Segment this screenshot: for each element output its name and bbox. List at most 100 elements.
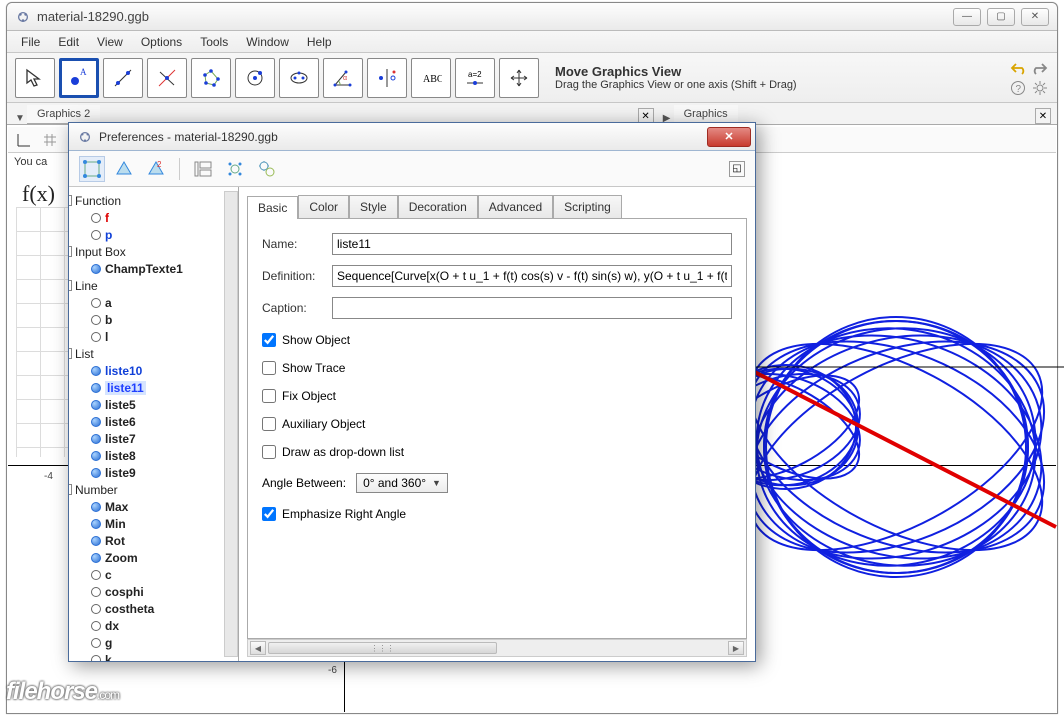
horizontal-scrollbar[interactable]: ◀ ⋮⋮⋮ ▶: [247, 639, 747, 657]
tree-item[interactable]: Min: [105, 517, 126, 531]
redo-icon[interactable]: [1031, 59, 1049, 77]
tree-item[interactable]: l: [105, 330, 108, 344]
auxiliary-checkbox[interactable]: [262, 417, 276, 431]
tree-item[interactable]: a: [105, 296, 112, 310]
tree-item[interactable]: Rot: [105, 534, 125, 548]
scroll-right-button[interactable]: ▶: [728, 641, 744, 655]
prefs-graphics-icon[interactable]: [111, 156, 137, 182]
scroll-thumb[interactable]: ⋮⋮⋮: [268, 642, 497, 654]
caption-input[interactable]: [332, 297, 732, 319]
visibility-bullet[interactable]: [91, 434, 101, 444]
tool-angle[interactable]: α: [323, 58, 363, 98]
tree-toggle[interactable]: −: [69, 195, 72, 206]
visibility-bullet[interactable]: [91, 332, 101, 342]
visibility-bullet[interactable]: [91, 230, 101, 240]
tree-group-function[interactable]: Function: [75, 194, 121, 208]
visibility-bullet[interactable]: [91, 468, 101, 478]
prefs-layout-icon[interactable]: [190, 156, 216, 182]
prefs-objects-icon[interactable]: [79, 156, 105, 182]
show-trace-checkbox[interactable]: [262, 361, 276, 375]
tool-move[interactable]: [15, 58, 55, 98]
visibility-bullet[interactable]: [91, 298, 101, 308]
tool-ellipse[interactable]: [279, 58, 319, 98]
tree-item[interactable]: costheta: [105, 602, 154, 616]
settings-icon[interactable]: [1031, 79, 1049, 97]
scroll-left-button[interactable]: ◀: [250, 641, 266, 655]
tree-item[interactable]: dx: [105, 619, 119, 633]
visibility-bullet[interactable]: [91, 502, 101, 512]
help-icon[interactable]: ?: [1009, 79, 1027, 97]
prefs-defaults-icon[interactable]: [222, 156, 248, 182]
menu-window[interactable]: Window: [238, 33, 297, 51]
minimize-button[interactable]: —: [953, 8, 981, 26]
tab-decoration[interactable]: Decoration: [398, 195, 478, 218]
tool-line[interactable]: [103, 58, 143, 98]
maximize-button[interactable]: ▢: [987, 8, 1015, 26]
angle-between-dropdown[interactable]: 0° and 360° ▼: [356, 473, 448, 493]
tool-slider[interactable]: a=2: [455, 58, 495, 98]
tree-group-inputbox[interactable]: Input Box: [75, 245, 126, 259]
visibility-bullet[interactable]: [91, 213, 101, 223]
tool-reflect[interactable]: [367, 58, 407, 98]
menu-help[interactable]: Help: [299, 33, 340, 51]
visibility-bullet[interactable]: [91, 553, 101, 563]
draw-dropdown-checkbox[interactable]: [262, 445, 276, 459]
fix-object-checkbox[interactable]: [262, 389, 276, 403]
visibility-bullet[interactable]: [91, 315, 101, 325]
tree-item[interactable]: liste10: [105, 364, 142, 378]
dialog-close-button[interactable]: ✕: [707, 127, 751, 147]
undo-icon[interactable]: [1009, 59, 1027, 77]
tool-polygon[interactable]: [191, 58, 231, 98]
visibility-bullet[interactable]: [91, 621, 101, 631]
tree-item[interactable]: liste9: [105, 466, 136, 480]
tab-color[interactable]: Color: [298, 195, 349, 218]
tree-item[interactable]: liste5: [105, 398, 136, 412]
show-object-checkbox[interactable]: [262, 333, 276, 347]
definition-input[interactable]: [332, 265, 732, 287]
tree-item[interactable]: liste11: [105, 381, 146, 395]
menu-file[interactable]: File: [13, 33, 48, 51]
tool-point[interactable]: A: [59, 58, 99, 98]
visibility-bullet[interactable]: [91, 519, 101, 529]
visibility-bullet[interactable]: [91, 604, 101, 614]
tab-arrow-left[interactable]: ▼: [13, 113, 27, 124]
menu-view[interactable]: View: [89, 33, 131, 51]
visibility-bullet[interactable]: [91, 451, 101, 461]
visibility-bullet[interactable]: [91, 655, 101, 661]
tree-group-list[interactable]: List: [75, 347, 94, 361]
visibility-bullet[interactable]: [91, 638, 101, 648]
tool-perpendicular[interactable]: [147, 58, 187, 98]
tree-group-number[interactable]: Number: [75, 483, 118, 497]
tree-item[interactable]: Zoom: [105, 551, 138, 565]
tree-toggle[interactable]: −: [69, 348, 72, 359]
tab-scripting[interactable]: Scripting: [553, 195, 622, 218]
titlebar[interactable]: material-18290.ggb — ▢ ✕: [7, 3, 1057, 31]
tool-move-graphics[interactable]: [499, 58, 539, 98]
tree-item[interactable]: liste8: [105, 449, 136, 463]
emphasize-right-angle-checkbox[interactable]: [262, 507, 276, 521]
object-tree-panel[interactable]: −Function fp −Input Box ChampTexte1 −Lin…: [69, 187, 239, 661]
tree-item[interactable]: liste6: [105, 415, 136, 429]
tool-circle-center[interactable]: [235, 58, 275, 98]
visibility-bullet[interactable]: [91, 587, 101, 597]
tree-item[interactable]: cosphi: [105, 585, 144, 599]
tool-text[interactable]: ABC: [411, 58, 451, 98]
visibility-bullet[interactable]: [91, 366, 101, 376]
tree-item[interactable]: Max: [105, 500, 128, 514]
menu-options[interactable]: Options: [133, 33, 190, 51]
tree-item[interactable]: p: [105, 228, 112, 242]
visibility-bullet[interactable]: [91, 536, 101, 546]
tree-item[interactable]: liste7: [105, 432, 136, 446]
visibility-bullet[interactable]: [91, 264, 101, 274]
tree-item[interactable]: ChampTexte1: [105, 262, 183, 276]
tab-close-2[interactable]: ✕: [1035, 108, 1051, 124]
tree-item[interactable]: g: [105, 636, 112, 650]
menu-edit[interactable]: Edit: [50, 33, 87, 51]
dialog-detach-button[interactable]: ◱: [729, 161, 745, 177]
tree-item[interactable]: c: [105, 568, 112, 582]
tree-item[interactable]: b: [105, 313, 112, 327]
tree-toggle[interactable]: −: [69, 246, 72, 257]
axes-icon[interactable]: [14, 130, 34, 150]
visibility-bullet[interactable]: [91, 400, 101, 410]
tab-basic[interactable]: Basic: [247, 196, 298, 219]
